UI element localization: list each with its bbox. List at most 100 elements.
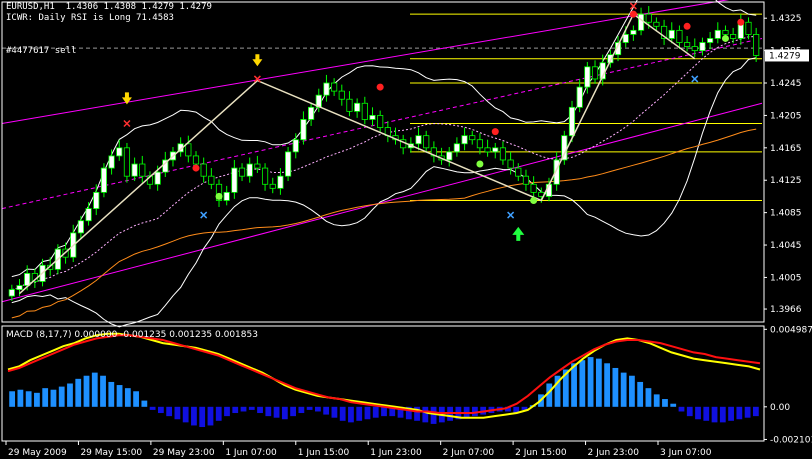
candle-body[interactable] [484, 147, 491, 153]
macd-histogram-bar[interactable] [182, 406, 189, 423]
candle-body[interactable] [423, 135, 430, 149]
macd-histogram-bar[interactable] [108, 381, 115, 407]
candle-body[interactable] [676, 29, 683, 43]
candle-body[interactable] [499, 147, 507, 161]
candle-body[interactable] [745, 21, 752, 35]
candle-body[interactable] [707, 38, 714, 43]
macd-histogram-bar[interactable] [257, 406, 263, 414]
red-signal-dot[interactable] [491, 128, 499, 136]
macd-histogram-bar[interactable] [686, 406, 693, 417]
candle-body[interactable] [522, 175, 530, 185]
macd-histogram-bar[interactable] [149, 406, 156, 410]
macd-histogram-bar[interactable] [372, 406, 379, 418]
macd-histogram-bar[interactable] [232, 406, 239, 414]
macd-histogram-bar[interactable] [281, 406, 288, 420]
macd-histogram-bar[interactable] [174, 406, 181, 420]
candle-body[interactable] [668, 29, 675, 39]
macd-histogram-bar[interactable] [91, 372, 98, 407]
candle-body[interactable] [584, 66, 591, 88]
candle-body[interactable] [300, 119, 307, 141]
candle-body[interactable] [515, 167, 522, 177]
macd-histogram-bar[interactable] [67, 383, 73, 407]
macd-histogram-bar[interactable] [703, 406, 710, 421]
candle-body[interactable] [292, 139, 299, 153]
candle-body[interactable] [576, 86, 583, 108]
macd-histogram-bar[interactable] [678, 406, 685, 412]
candle-body[interactable] [476, 139, 484, 149]
trading-chart[interactable]: MACD (8,17,7) 0.000000 -0.001235 0.00123… [0, 0, 812, 459]
macd-histogram-bar[interactable] [290, 406, 296, 417]
macd-histogram-bar[interactable] [728, 406, 734, 421]
candle-body[interactable] [338, 90, 345, 100]
macd-histogram-bar[interactable] [736, 406, 743, 420]
candle-body[interactable] [154, 171, 161, 185]
candle-body[interactable] [131, 163, 138, 177]
candle-body[interactable] [238, 167, 246, 177]
macd-histogram-bar[interactable] [604, 363, 611, 407]
candle-body[interactable] [208, 175, 215, 185]
macd-histogram-bar[interactable] [695, 406, 701, 420]
candle-body[interactable] [308, 106, 315, 120]
macd-histogram-bar[interactable] [265, 406, 272, 417]
candle-body[interactable] [691, 46, 698, 52]
candle-body[interactable] [630, 29, 637, 35]
macd-histogram-bar[interactable] [422, 406, 429, 423]
macd-histogram-bar[interactable] [653, 394, 660, 407]
candle-body[interactable] [568, 106, 576, 137]
candle-body[interactable] [277, 175, 284, 189]
candle-body[interactable] [8, 289, 15, 297]
macd-histogram-bar[interactable] [719, 406, 726, 423]
candle-body[interactable] [85, 208, 92, 222]
candle-body[interactable] [346, 98, 353, 112]
macd-histogram-bar[interactable] [356, 406, 363, 421]
candle-body[interactable] [446, 151, 453, 161]
macd-histogram-bar[interactable] [587, 357, 594, 407]
candle-body[interactable] [284, 151, 292, 177]
macd-histogram-bar[interactable] [381, 406, 387, 417]
macd-histogram-bar[interactable] [744, 406, 751, 418]
macd-histogram-bar[interactable] [240, 406, 247, 412]
macd-histogram-bar[interactable] [752, 406, 759, 417]
red-signal-dot[interactable] [683, 22, 691, 30]
candle-body[interactable] [93, 191, 100, 209]
macd-histogram-bar[interactable] [711, 406, 718, 423]
candle-body[interactable] [714, 29, 721, 39]
candle-body[interactable] [231, 167, 238, 193]
macd-histogram-bar[interactable] [42, 388, 49, 407]
macd-histogram-bar[interactable] [620, 372, 627, 407]
candle-body[interactable] [469, 135, 476, 141]
candle-body[interactable] [415, 135, 422, 145]
candle-body[interactable] [254, 163, 261, 169]
macd-histogram-bar[interactable] [670, 403, 677, 407]
candle-body[interactable] [223, 191, 230, 201]
candle-body[interactable] [116, 147, 123, 157]
macd-histogram-bar[interactable] [579, 360, 586, 407]
candle-body[interactable] [377, 115, 384, 128]
macd-histogram-bar[interactable] [166, 406, 173, 417]
macd-histogram-bar[interactable] [331, 406, 338, 418]
macd-histogram-bar[interactable] [199, 406, 206, 428]
candle-body[interactable] [100, 167, 108, 193]
macd-histogram-bar[interactable] [273, 406, 280, 418]
macd-histogram-bar[interactable] [141, 400, 148, 407]
candle-body[interactable] [246, 163, 253, 177]
candle-body[interactable] [492, 147, 499, 153]
candle-body[interactable] [730, 34, 737, 39]
candle-body[interactable] [261, 167, 269, 185]
macd-histogram-bar[interactable] [124, 388, 131, 407]
macd-histogram-bar[interactable] [323, 406, 330, 415]
macd-histogram-bar[interactable] [133, 391, 139, 407]
candle-body[interactable] [369, 115, 376, 120]
green-signal-dot[interactable] [530, 196, 538, 204]
macd-histogram-bar[interactable] [215, 406, 222, 421]
macd-histogram-bar[interactable] [306, 406, 313, 410]
macd-histogram-bar[interactable] [637, 381, 644, 407]
macd-histogram-bar[interactable] [83, 375, 90, 407]
macd-histogram-bar[interactable] [571, 363, 577, 407]
candle-body[interactable] [331, 82, 338, 92]
candle-body[interactable] [653, 21, 660, 27]
macd-histogram-bar[interactable] [75, 378, 82, 407]
macd-histogram-bar[interactable] [430, 406, 437, 424]
candle-body[interactable] [753, 34, 760, 56]
red-signal-dot[interactable] [192, 164, 200, 172]
